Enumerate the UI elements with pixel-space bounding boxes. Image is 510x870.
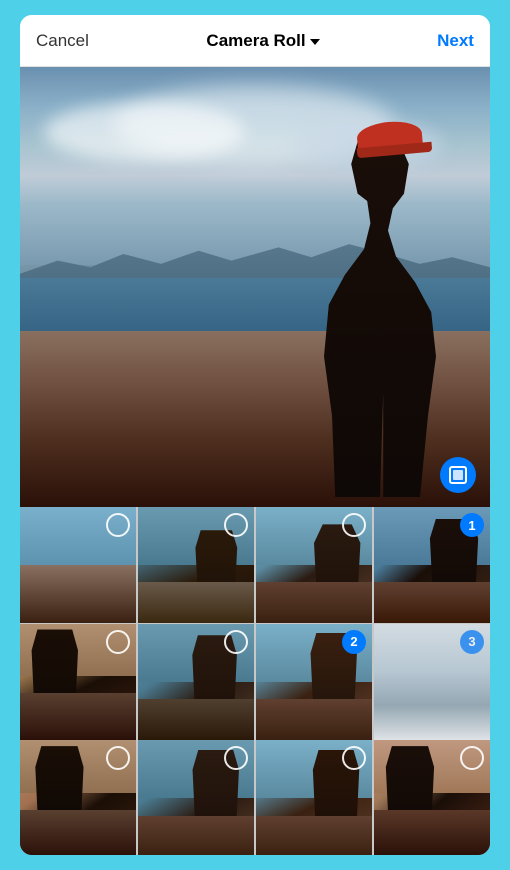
- select-circle-1[interactable]: [106, 513, 130, 537]
- thumbnail-7[interactable]: 2: [256, 624, 372, 740]
- select-badge-8[interactable]: 3: [460, 630, 484, 654]
- thumbnail-8[interactable]: 3: [374, 624, 490, 740]
- thumbnail-4[interactable]: 1: [374, 507, 490, 623]
- cancel-button[interactable]: Cancel: [36, 31, 89, 51]
- thumbnail-1[interactable]: [20, 507, 136, 623]
- thumbnail-3[interactable]: [256, 507, 372, 623]
- photo-picker: Cancel Camera Roll Next: [20, 15, 490, 855]
- thumbnail-12[interactable]: [374, 740, 490, 855]
- thumbnail-9[interactable]: [20, 740, 136, 855]
- album-title: Camera Roll: [206, 31, 305, 51]
- select-badge-7[interactable]: 2: [342, 630, 366, 654]
- select-circle-2[interactable]: [224, 513, 248, 537]
- thumbnail-6[interactable]: [138, 624, 254, 740]
- select-circle-3[interactable]: [342, 513, 366, 537]
- header-bar: Cancel Camera Roll Next: [20, 15, 490, 67]
- chevron-down-icon: [310, 39, 320, 45]
- album-selector[interactable]: Camera Roll: [206, 31, 319, 51]
- expand-button[interactable]: [440, 457, 476, 493]
- thumbnail-grid: 1 2 3: [20, 507, 490, 855]
- thumbnail-5[interactable]: [20, 624, 136, 740]
- select-badge-4[interactable]: 1: [460, 513, 484, 537]
- expand-icon: [449, 466, 467, 484]
- select-circle-6[interactable]: [224, 630, 248, 654]
- thumbnail-11[interactable]: [256, 740, 372, 855]
- thumbnail-2[interactable]: [138, 507, 254, 623]
- next-button[interactable]: Next: [437, 31, 474, 51]
- thumbnail-10[interactable]: [138, 740, 254, 855]
- main-preview: [20, 67, 490, 507]
- select-circle-5[interactable]: [106, 630, 130, 654]
